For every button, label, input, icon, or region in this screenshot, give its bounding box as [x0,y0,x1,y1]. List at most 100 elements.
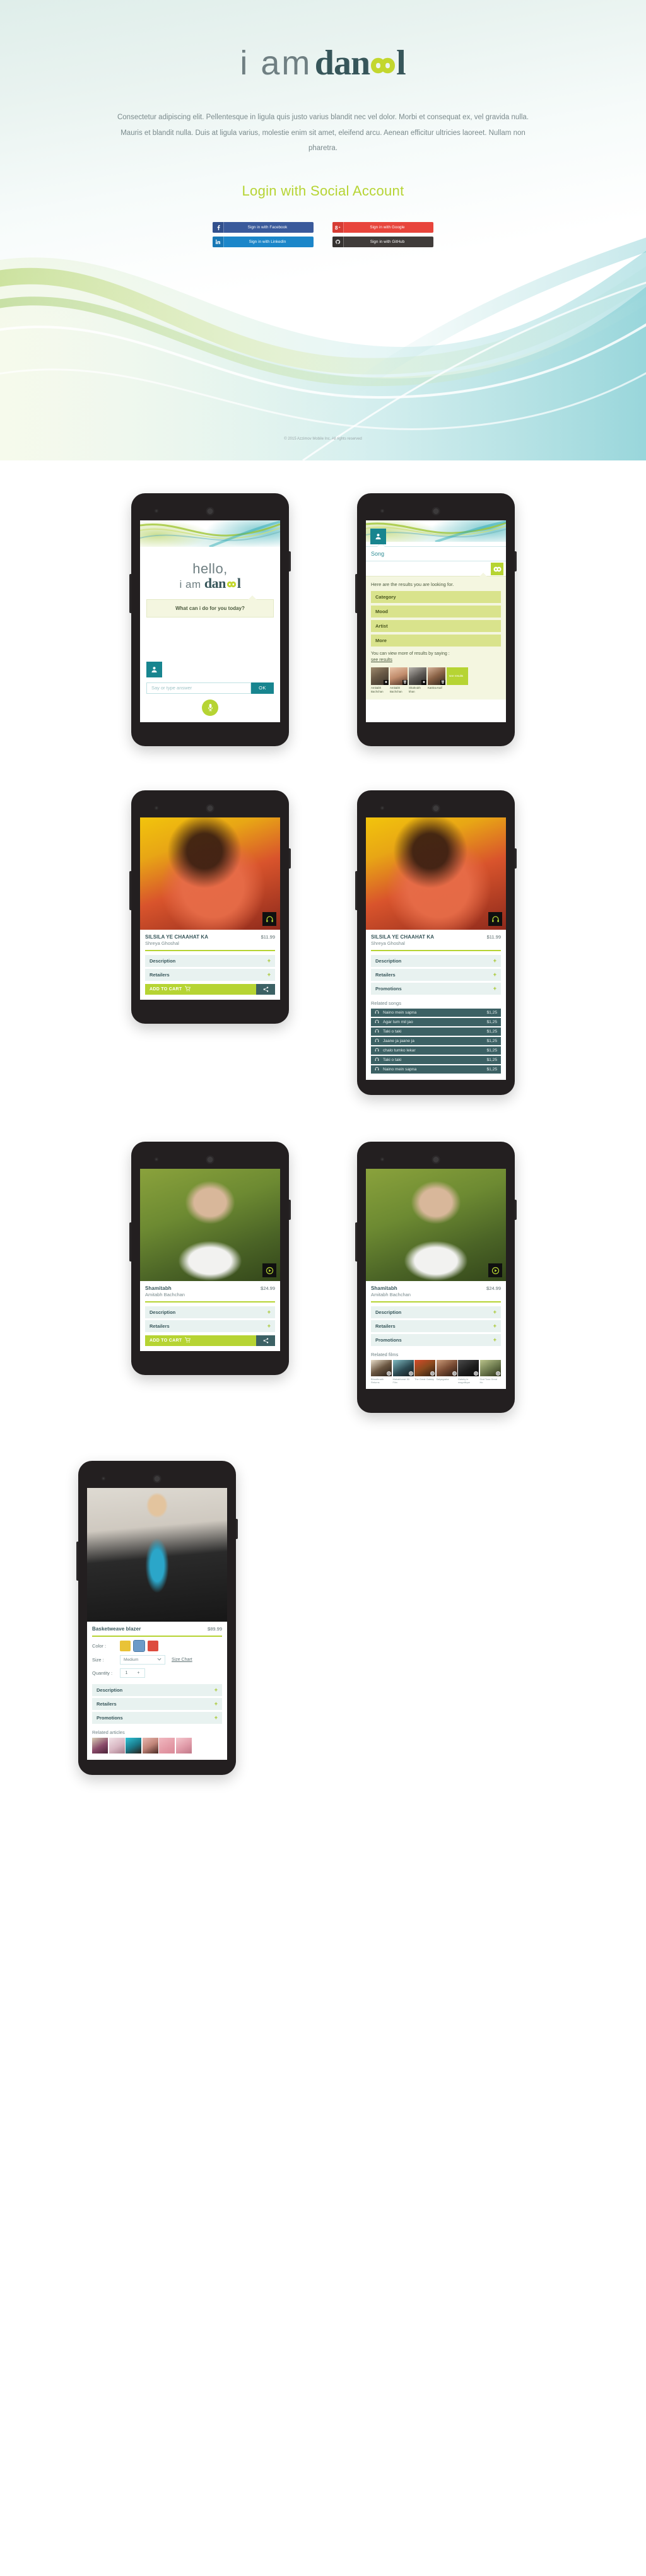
song-row[interactable]: Naino mein sapna $1,25 [371,1065,501,1074]
answer-input[interactable]: Say or type answer [146,682,251,694]
add-to-cart-button[interactable]: ADD TO CART [145,1335,256,1346]
accordion-promotions[interactable]: Promotions + [371,983,501,995]
expand-icon[interactable]: + [214,1715,218,1721]
accordion-description[interactable]: Description + [371,1306,501,1318]
expand-icon[interactable]: + [493,986,496,992]
film-item[interactable]: God Tuss Great Ho [479,1360,501,1384]
facet-more[interactable]: More [371,635,501,647]
film-item[interactable]: Satyagraha [436,1360,457,1384]
expand-icon[interactable]: + [493,1309,496,1315]
expand-icon[interactable]: + [267,1323,271,1329]
color-swatch-blue[interactable] [133,1640,145,1653]
quantity-stepper[interactable]: 1 + [120,1668,145,1678]
headphones-icon[interactable] [262,912,276,926]
sign-in-facebook-button[interactable]: Sign in with Facebook [213,222,314,233]
remove-icon[interactable]: ✖ [384,680,389,686]
color-swatch-yellow[interactable] [120,1641,131,1652]
remove-icon[interactable]: ✖ [421,680,426,686]
article-thumbnail[interactable] [142,1738,158,1754]
person-thumb[interactable]: ✖ Shahrukh khan [409,667,426,693]
sign-in-google-button[interactable]: 8 + Sign in with Google [332,222,433,233]
play-circle-icon[interactable] [387,1371,391,1376]
film-item[interactable]: Gatsby le magnifique [458,1360,479,1384]
delete-icon[interactable]: 🗑 [402,680,408,686]
headphones-icon[interactable] [488,912,502,926]
see-results-tile[interactable]: see results [447,667,468,686]
expand-icon[interactable]: + [493,1323,496,1329]
power-button[interactable] [236,1519,238,1540]
expand-icon[interactable]: + [214,1701,218,1707]
sign-in-github-button[interactable]: Sign in with GitHub [332,237,433,248]
accordion-retailers[interactable]: Retailers + [371,1320,501,1332]
person-thumb[interactable]: 🗑 Amitabh Bachchan [390,667,408,693]
share-icon[interactable] [256,984,275,995]
power-button[interactable] [515,848,517,869]
song-row[interactable]: chalo tumko lekar $1,25 [371,1046,501,1055]
film-item[interactable]: The Great Gatsby [414,1360,435,1384]
play-circle-icon[interactable] [430,1371,435,1376]
volume-button[interactable] [129,1222,131,1262]
accordion-retailers[interactable]: Retailers + [145,969,275,981]
volume-button[interactable] [355,871,357,910]
accordion-description[interactable]: Description + [92,1684,222,1697]
person-thumb[interactable]: 🗑 Katrina Kaif [428,667,445,690]
expand-icon[interactable]: + [493,1337,496,1343]
quantity-increment-button[interactable]: + [137,1671,139,1675]
song-row[interactable]: Agar tum mil jao $1,25 [371,1018,501,1026]
accordion-promotions[interactable]: Promotions + [92,1712,222,1724]
film-item[interactable]: Mahabharat 3D Film [392,1360,414,1384]
play-circle-icon[interactable] [452,1371,457,1376]
facet-artist[interactable]: Artist [371,620,501,632]
volume-button[interactable] [129,574,131,613]
size-chart-link[interactable]: Size Chart [172,1658,192,1662]
song-row[interactable]: Jaane ja jaane ja $1,25 [371,1037,501,1045]
play-circle-icon[interactable] [408,1371,413,1376]
volume-button[interactable] [355,574,357,613]
facet-mood[interactable]: Mood [371,606,501,618]
volume-button[interactable] [355,1222,357,1262]
see-results-link[interactable]: see results [371,658,392,662]
volume-button[interactable] [129,871,131,910]
delete-icon[interactable]: 🗑 [440,680,445,686]
article-thumbnail[interactable] [92,1738,108,1754]
expand-icon[interactable]: + [214,1687,218,1693]
article-thumbnail[interactable] [159,1738,175,1754]
accordion-retailers[interactable]: Retailers + [145,1320,275,1332]
song-row[interactable]: Taki o taki $1,25 [371,1056,501,1064]
facet-category[interactable]: Category [371,591,501,603]
power-button[interactable] [289,1200,291,1220]
share-icon[interactable] [256,1335,275,1346]
power-button[interactable] [515,1200,517,1220]
add-to-cart-button[interactable]: ADD TO CART [145,984,256,995]
article-thumbnail[interactable] [126,1738,141,1754]
expand-icon[interactable]: + [493,972,496,978]
expand-icon[interactable]: + [267,1309,271,1315]
size-select[interactable]: Medium [120,1655,165,1665]
accordion-promotions[interactable]: Promotions + [371,1334,501,1346]
volume-button[interactable] [76,1542,78,1581]
power-button[interactable] [515,551,517,571]
play-circle-icon[interactable] [474,1371,478,1376]
play-circle-icon[interactable] [495,1371,500,1376]
accordion-description[interactable]: Description + [371,955,501,967]
sign-in-linkedin-button[interactable]: Sign in with LinkedIn [213,237,314,248]
ok-button[interactable]: OK [251,682,274,694]
person-thumb[interactable]: ✖ Amitabh Bachchan [371,667,389,693]
article-thumbnail[interactable] [109,1738,125,1754]
expand-icon[interactable]: + [267,958,271,964]
play-icon[interactable] [262,1263,276,1277]
accordion-description[interactable]: Description + [145,1306,275,1318]
accordion-description[interactable]: Description + [145,955,275,967]
power-button[interactable] [289,551,291,571]
power-button[interactable] [289,848,291,869]
search-query-text[interactable]: Song [366,546,506,561]
song-row[interactable]: Taki o taki $1,25 [371,1027,501,1036]
song-row[interactable]: Naino mein sapna $1,25 [371,1009,501,1017]
color-swatch-red[interactable] [148,1641,158,1652]
expand-icon[interactable]: + [267,972,271,978]
expand-icon[interactable]: + [493,958,496,964]
accordion-retailers[interactable]: Retailers + [371,969,501,981]
film-item[interactable]: Bhoothnath Returns [371,1360,392,1384]
microphone-icon[interactable] [202,699,218,716]
article-thumbnail[interactable] [175,1738,192,1754]
